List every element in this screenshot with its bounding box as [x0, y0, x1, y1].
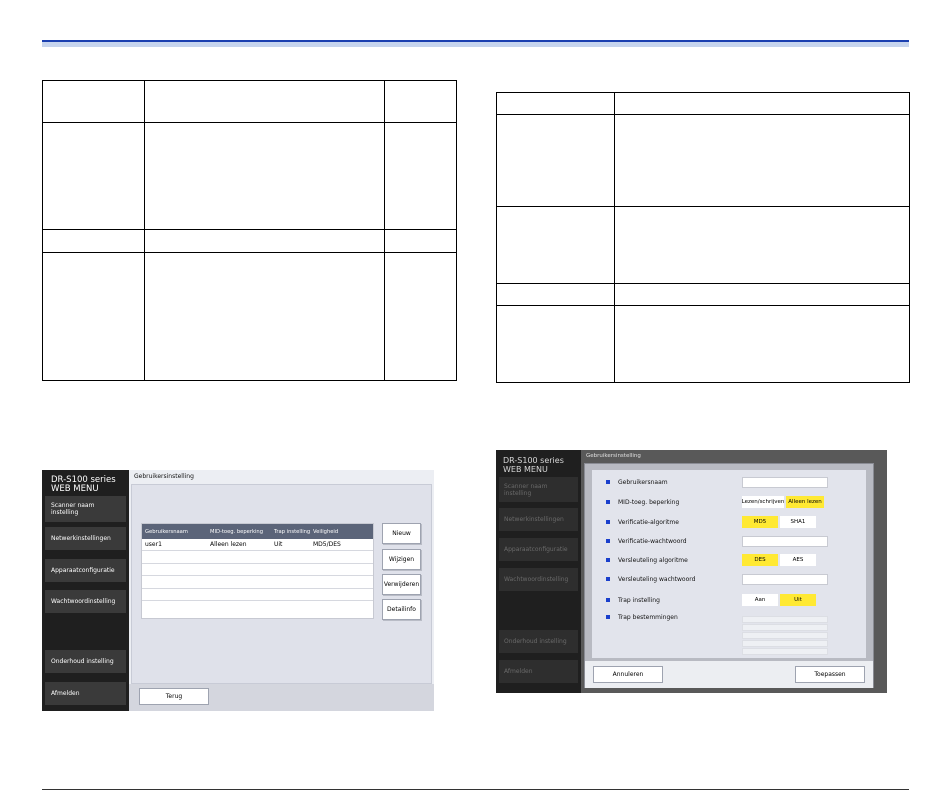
label-mib: MID-toeg. beperking — [618, 498, 680, 506]
delete-button[interactable]: Verwijderen — [382, 574, 421, 595]
username-input[interactable] — [742, 477, 828, 488]
bullet-icon — [606, 558, 610, 562]
bullet-icon — [606, 520, 610, 524]
md5-option[interactable]: MD5 — [742, 516, 778, 528]
trap-on-option[interactable]: Aan — [742, 594, 778, 606]
field-enc-alg: Versleuteling algoritme — [606, 555, 688, 565]
bullet-icon — [606, 539, 610, 543]
sidebar-item-logout[interactable]: Afmelden — [45, 682, 126, 705]
label-trap-dest: Trap bestemmingen — [618, 613, 678, 621]
user-edit-dialog: Gebruikersnaam MID-toeg. beperking Lezen… — [584, 463, 874, 688]
trap-destination-field[interactable] — [742, 624, 828, 631]
sidebar-item-password: Wachtwoordinstelling — [499, 568, 578, 591]
field-enc-pw: Versleuteling wachtwoord — [606, 574, 695, 584]
header-rule — [42, 40, 909, 47]
label-enc-alg: Versleuteling algoritme — [618, 556, 688, 564]
label-username: Gebruikersnaam — [618, 478, 668, 486]
table-row[interactable]: user1 Alleen lezen Uit MD5/DES — [142, 539, 373, 552]
edit-button[interactable]: Wijzigen — [382, 549, 421, 570]
enc-password-input[interactable] — [742, 574, 828, 585]
label-auth-alg: Verificatie-algoritme — [618, 518, 679, 526]
col-security: Veiligheid — [313, 528, 339, 535]
sidebar-item-logout: Afmelden — [499, 660, 578, 683]
cell-security: MD5/DES — [313, 541, 341, 549]
back-button[interactable]: Terug — [139, 688, 209, 705]
cell-username: user1 — [145, 541, 162, 549]
sidebar-item-scanner-name: Scanner naam instelling — [499, 477, 578, 502]
page-title: Gebruikersinstelling — [134, 473, 194, 480]
trap-destination-field[interactable] — [742, 640, 828, 647]
trap-destination-field[interactable] — [742, 648, 828, 655]
brand-title: DR-S100 series WEB MENU — [51, 475, 116, 494]
sidebar: DR-S100 series WEB MENU Scanner naam ins… — [496, 450, 581, 693]
sidebar-item-device-config[interactable]: Apparaatconfiguratie — [45, 559, 126, 582]
mib-read-only-option[interactable]: Alleen lezen — [786, 496, 824, 508]
col-mib: MID-toeg. beperking — [210, 528, 263, 535]
label-auth-pw: Verificatie-wachtwoord — [618, 537, 687, 545]
brand-title: DR-S100 series WEB MENU — [503, 456, 564, 474]
sidebar-item-maintenance: Onderhoud instelling — [499, 630, 578, 653]
main-content: Gebruikersinstelling Gebruikersnaam MID-… — [129, 470, 434, 711]
footer-rule — [42, 789, 909, 790]
sidebar-item-maintenance[interactable]: Onderhoud instelling — [45, 650, 126, 673]
sidebar-item-password[interactable]: Wachtwoordinstelling — [45, 590, 126, 613]
web-menu-user-edit-screen: DR-S100 series WEB MENU Scanner naam ins… — [496, 450, 887, 693]
col-username: Gebruikersnaam — [145, 528, 188, 535]
apply-button[interactable]: Toepassen — [795, 666, 865, 683]
detail-button[interactable]: Detailinfo — [382, 599, 421, 620]
label-enc-pw: Versleuteling wachtwoord — [618, 575, 696, 583]
cell-mib: Alleen lezen — [210, 541, 247, 549]
sidebar: DR-S100 series WEB MENU Scanner naam ins… — [42, 470, 129, 711]
main-content: Gebruikersinstelling Gebruikersnaam MID-… — [581, 450, 887, 693]
document-table-left — [42, 80, 457, 381]
dialog-form: Gebruikersnaam MID-toeg. beperking Lezen… — [592, 470, 866, 658]
trap-off-option[interactable]: Uit — [780, 594, 816, 606]
field-trap: Trap instelling — [606, 595, 660, 605]
web-menu-user-list-screen: DR-S100 series WEB MENU Scanner naam ins… — [42, 470, 434, 711]
aes-option[interactable]: AES — [780, 554, 816, 566]
trap-destination-field[interactable] — [742, 632, 828, 639]
sidebar-item-network[interactable]: Netwerkinstellingen — [45, 527, 126, 550]
field-auth-pw: Verificatie-wachtwoord — [606, 536, 687, 546]
mib-read-write-option[interactable]: Lezen/schrijven — [742, 496, 784, 508]
page-title: Gebruikersinstelling — [586, 453, 641, 459]
content-panel: Gebruikersnaam MID-toeg. beperking Trap … — [131, 484, 432, 684]
col-trap: Trap instelling — [274, 528, 311, 535]
document-table-right — [496, 92, 910, 383]
table-row[interactable] — [142, 564, 373, 577]
sha1-option[interactable]: SHA1 — [780, 516, 816, 528]
bullet-icon — [606, 500, 610, 504]
field-auth-alg: Verificatie-algoritme — [606, 517, 679, 527]
new-button[interactable]: Nieuw — [382, 523, 421, 544]
field-trap-dest: Trap bestemmingen — [606, 612, 678, 622]
field-username: Gebruikersnaam — [606, 477, 668, 487]
footer-bar: Terug — [129, 684, 434, 711]
table-row[interactable] — [142, 589, 373, 601]
auth-password-input[interactable] — [742, 536, 828, 547]
trap-destination-field[interactable] — [742, 616, 828, 623]
table-row[interactable] — [142, 601, 373, 613]
bullet-icon — [606, 480, 610, 484]
sidebar-item-network: Netwerkinstellingen — [499, 508, 578, 531]
table-row[interactable] — [142, 576, 373, 589]
bullet-icon — [606, 615, 610, 619]
dialog-footer: Annuleren Toepassen — [585, 661, 873, 688]
sidebar-item-scanner-name[interactable]: Scanner naam instelling — [45, 496, 126, 522]
label-trap: Trap instelling — [618, 596, 660, 604]
user-table: Gebruikersnaam MID-toeg. beperking Trap … — [141, 523, 374, 619]
field-mib: MID-toeg. beperking — [606, 497, 679, 507]
bullet-icon — [606, 598, 610, 602]
sidebar-item-device-config: Apparaatconfiguratie — [499, 538, 578, 561]
cancel-button[interactable]: Annuleren — [593, 666, 663, 683]
des-option[interactable]: DES — [742, 554, 778, 566]
table-header: Gebruikersnaam MID-toeg. beperking Trap … — [142, 524, 373, 539]
bullet-icon — [606, 577, 610, 581]
table-row[interactable] — [142, 551, 373, 564]
cell-trap: Uit — [274, 541, 283, 549]
